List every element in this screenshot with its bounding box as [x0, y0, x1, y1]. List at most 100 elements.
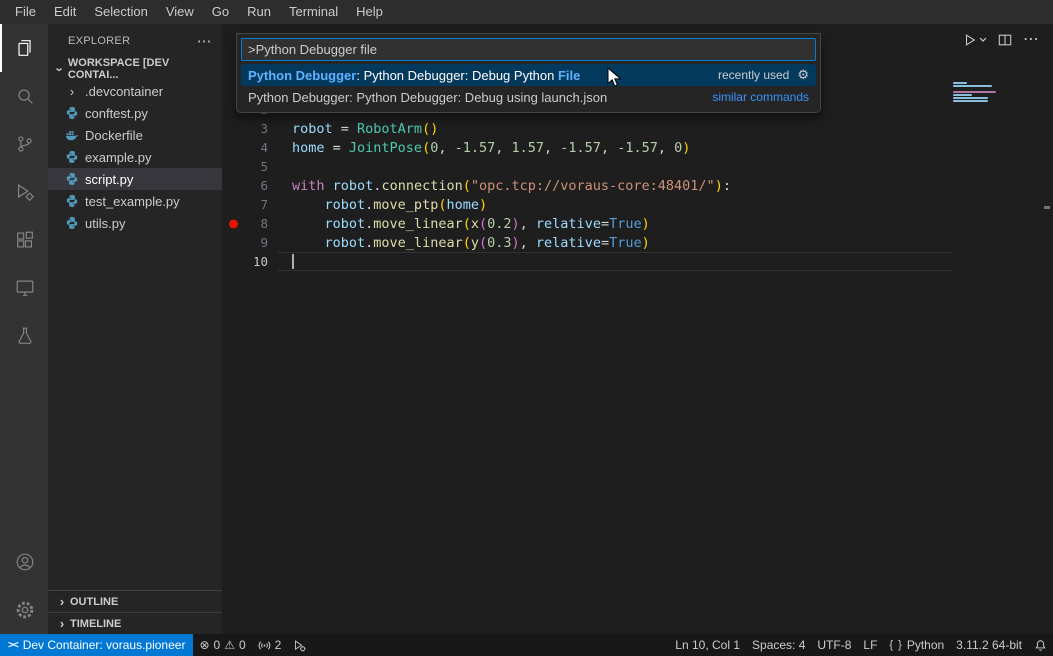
overview-ruler-mark[interactable] — [1044, 206, 1050, 209]
file-label: Dockerfile — [85, 128, 143, 143]
remote-indicator[interactable]: >< Dev Container: voraus.pioneer — [0, 634, 193, 656]
file-item-Dockerfile[interactable]: Dockerfile — [48, 124, 222, 146]
extensions-icon[interactable] — [0, 216, 48, 264]
problems-button[interactable]: ⊗ 0 ⚠ 0 — [193, 634, 251, 656]
status-bar: >< Dev Container: voraus.pioneer ⊗ 0 ⚠ 0… — [0, 634, 1053, 656]
section-timeline[interactable]: ›TIMELINE — [48, 612, 222, 634]
explorer-title: EXPLORER — [68, 35, 130, 47]
chevron-down-icon: › — [52, 61, 67, 77]
file-item-.devcontainer[interactable]: › .devcontainer — [48, 80, 222, 102]
gutter-line-9[interactable]: 9 — [222, 235, 268, 251]
remote-explorer-icon[interactable] — [0, 264, 48, 312]
command-palette: Python Debugger: Python Debugger: Debug … — [236, 33, 821, 113]
file-label: script.py — [85, 172, 133, 187]
gutter-line-10[interactable]: 10 — [222, 254, 268, 270]
code-line-3[interactable]: 3robot = RobotArm() — [222, 119, 1053, 138]
error-count: 0 — [214, 638, 221, 652]
radio-tower-icon — [258, 639, 271, 652]
menu-bar-items: FileEditSelectionViewGoRunTerminalHelp — [6, 0, 392, 24]
file-item-example.py[interactable]: example.py — [48, 146, 222, 168]
code-line-7[interactable]: 7 robot.move_ptp(home) — [222, 195, 1053, 214]
search-icon[interactable] — [0, 72, 48, 120]
eol-button[interactable]: LF — [857, 634, 883, 656]
file-item-conftest.py[interactable]: conftest.py — [48, 102, 222, 124]
menu-item-file[interactable]: File — [6, 0, 45, 24]
python-file-icon — [64, 106, 80, 120]
ports-button[interactable]: 2 — [252, 634, 288, 656]
settings-icon[interactable] — [0, 586, 48, 634]
chevron-down-icon — [979, 37, 987, 43]
code-line-10[interactable]: 10 — [222, 252, 1053, 271]
warning-icon: ⚠ — [224, 638, 235, 652]
file-label: conftest.py — [85, 106, 148, 121]
menu-item-edit[interactable]: Edit — [45, 0, 85, 24]
menu-item-go[interactable]: Go — [203, 0, 238, 24]
explorer-icon[interactable] — [0, 24, 48, 72]
similar-commands-link[interactable]: similar commands — [712, 90, 809, 104]
more-actions-icon[interactable]: ⋯ — [197, 32, 212, 50]
bell-icon — [1034, 639, 1047, 652]
cursor-position-button[interactable]: Ln 10, Col 1 — [669, 634, 746, 656]
code-line-5[interactable]: 5 — [222, 157, 1053, 176]
file-item-utils.py[interactable]: utils.py — [48, 212, 222, 234]
indentation-button[interactable]: Spaces: 4 — [746, 634, 811, 656]
file-item-script.py[interactable]: script.py — [48, 168, 222, 190]
section-label: OUTLINE — [70, 596, 118, 608]
source-control-icon[interactable] — [0, 120, 48, 168]
encoding-button[interactable]: UTF-8 — [811, 634, 857, 656]
python-file-icon — [64, 194, 80, 208]
gutter-line-3[interactable]: 3 — [222, 121, 268, 137]
command-item-1[interactable]: Python Debugger: Python Debugger: Debug … — [241, 64, 816, 86]
editor-more-actions-icon[interactable]: ⋯ — [1023, 35, 1039, 45]
code-line-9[interactable]: 9 robot.move_linear(y(0.3), relative=Tru… — [222, 233, 1053, 252]
error-icon: ⊗ — [199, 638, 209, 652]
command-palette-list: Python Debugger: Python Debugger: Debug … — [241, 64, 816, 108]
testing-icon[interactable] — [0, 312, 48, 360]
file-label: .devcontainer — [85, 84, 163, 99]
file-item-test_example.py[interactable]: test_example.py — [48, 190, 222, 212]
gutter-line-5[interactable]: 5 — [222, 159, 268, 175]
menu-item-selection[interactable]: Selection — [85, 0, 156, 24]
gutter-line-4[interactable]: 4 — [222, 140, 268, 156]
file-label: test_example.py — [85, 194, 180, 209]
text-cursor — [292, 254, 294, 269]
code-line-6[interactable]: 6with robot.connection("opc.tcp://voraus… — [222, 176, 1053, 195]
file-tree: › .devcontainer conftest.py Dockerfile examp… — [48, 80, 222, 234]
chevron-right-icon: › — [54, 616, 70, 631]
menu-item-run[interactable]: Run — [238, 0, 280, 24]
chevron-right-icon: › — [64, 84, 80, 99]
split-editor-icon[interactable] — [998, 33, 1012, 47]
python-file-icon — [64, 172, 80, 186]
menu-item-help[interactable]: Help — [347, 0, 392, 24]
debug-status-button[interactable] — [287, 634, 312, 656]
python-file-icon — [64, 150, 80, 164]
menu-bar: FileEditSelectionViewGoRunTerminalHelp — [0, 0, 1053, 24]
configure-keybinding-gear-icon[interactable]: ⚙ — [797, 67, 809, 83]
gutter-line-6[interactable]: 6 — [222, 178, 268, 194]
language-mode-button[interactable]: { } Python — [883, 634, 950, 656]
notifications-button[interactable] — [1028, 634, 1053, 656]
activity-bar — [0, 24, 48, 634]
file-label: utils.py — [85, 216, 125, 231]
section-outline[interactable]: ›OUTLINE — [48, 590, 222, 612]
docker-file-icon — [64, 128, 80, 142]
menu-item-view[interactable]: View — [157, 0, 203, 24]
gutter-line-7[interactable]: 7 — [222, 197, 268, 213]
code-line-4[interactable]: 4home = JointPose(0, -1.57, 1.57, -1.57,… — [222, 138, 1053, 157]
explorer-sidebar: EXPLORER ⋯ › WORKSPACE [DEV CONTAI... ›.… — [48, 24, 222, 634]
python-interpreter-button[interactable]: 3.11.2 64-bit — [950, 634, 1028, 656]
ports-count: 2 — [275, 638, 282, 652]
workspace-folder-header[interactable]: › WORKSPACE [DEV CONTAI... — [48, 58, 222, 80]
menu-item-terminal[interactable]: Terminal — [280, 0, 347, 24]
minimap[interactable] — [953, 73, 1011, 133]
remote-label: Dev Container: voraus.pioneer — [23, 638, 186, 652]
breakpoint-icon[interactable] — [229, 219, 238, 228]
run-and-debug-icon[interactable] — [0, 168, 48, 216]
code-line-8[interactable]: 8 robot.move_linear(x(0.2), relative=Tru… — [222, 214, 1053, 233]
run-python-file-button[interactable] — [963, 33, 987, 47]
command-palette-input[interactable] — [241, 38, 816, 61]
accounts-icon[interactable] — [0, 538, 48, 586]
play-icon — [963, 33, 977, 47]
gutter-line-8[interactable]: 8 — [222, 216, 268, 232]
command-item-2[interactable]: Python Debugger: Python Debugger: Debug … — [241, 86, 816, 108]
